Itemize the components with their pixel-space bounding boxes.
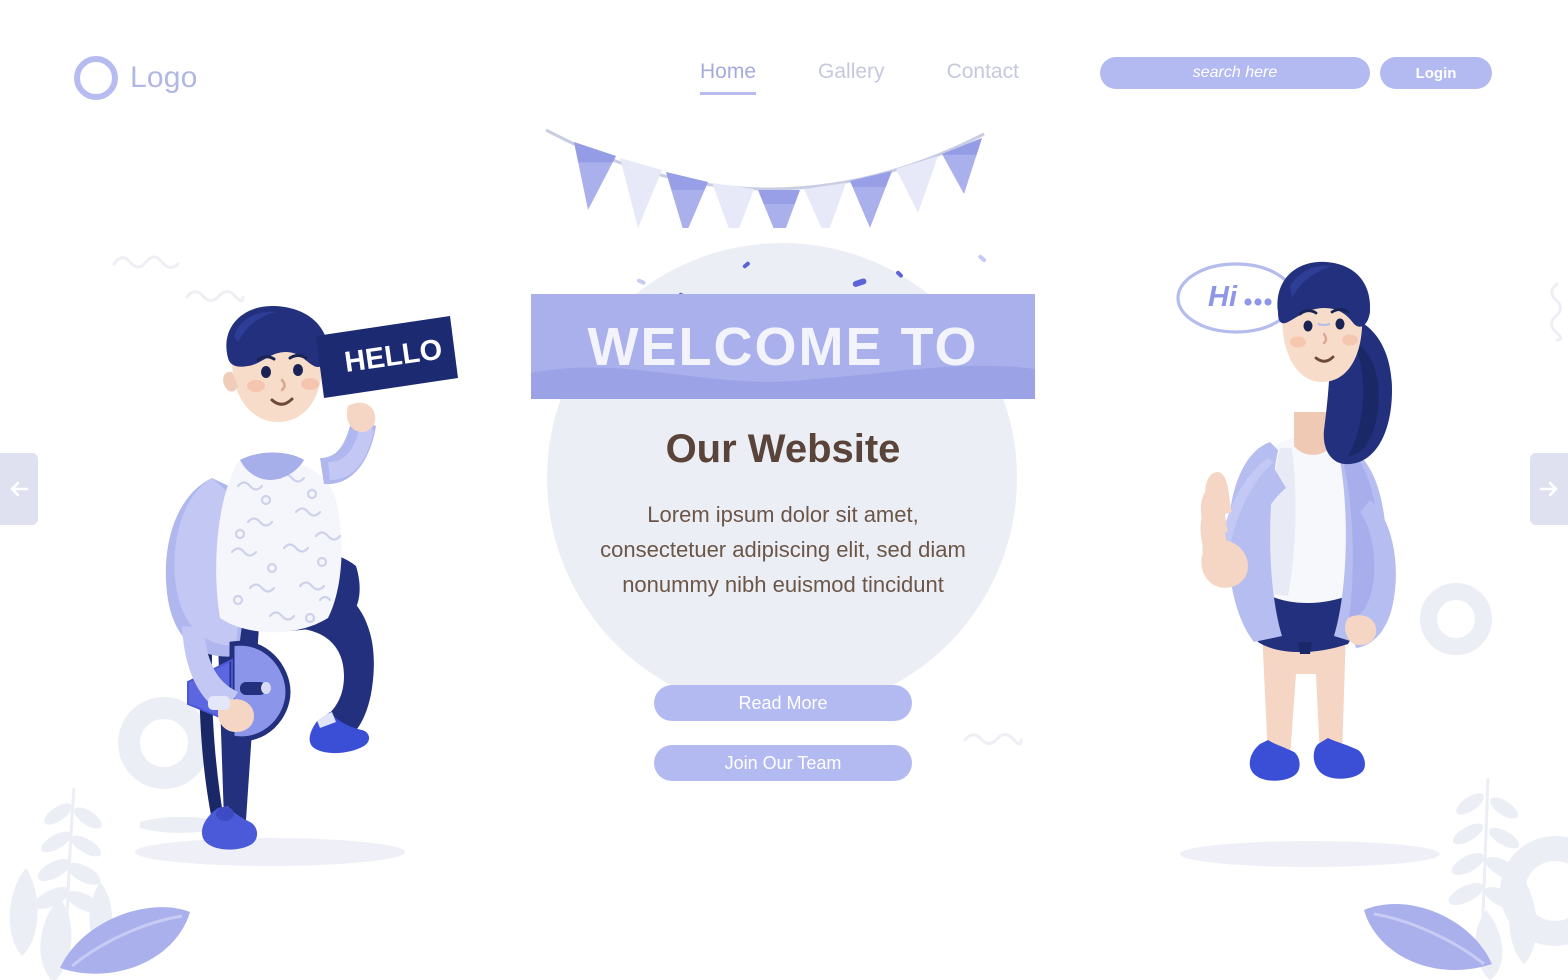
logo-text: Logo [130,61,198,94]
hero-paragraph-line-2: consectetuer adipiscing elit, sed diam [600,537,966,562]
site-header: Logo Home Gallery Contact Login [0,0,1568,140]
landing-page: Logo Home Gallery Contact Login [0,0,1568,980]
read-more-button[interactable]: Read More [654,685,912,721]
logo[interactable]: Logo [74,56,198,100]
hero-paragraph-line-1: Lorem ipsum dolor sit amet, [647,502,919,527]
search-input[interactable] [1100,57,1370,89]
carousel-prev-button[interactable] [0,453,38,525]
nav-item-contact[interactable]: Contact [947,60,1019,92]
nav-item-home[interactable]: Home [700,60,757,95]
cta-group: Read More Join Our Team [531,685,1035,781]
circle-ring-logo-icon [74,56,118,100]
join-our-team-button[interactable]: Join Our Team [654,745,912,781]
page-title: Our Website [665,427,901,471]
carousel-next-button[interactable] [1530,453,1568,525]
main-navigation: Home Gallery Contact [700,60,1019,95]
login-button[interactable]: Login [1380,57,1492,89]
arrow-left-icon [10,481,29,497]
arrow-right-icon [1539,481,1558,497]
welcome-banner-text: WELCOME TO [587,317,979,377]
nav-item-gallery[interactable]: Gallery [818,60,885,92]
hero-paragraph: Lorem ipsum dolor sit amet, consectetuer… [531,497,1035,602]
welcome-banner: WELCOME TO [531,294,1035,399]
hero-section: WELCOME TO Our Website Lorem ipsum dolor… [0,0,1568,980]
hero-paragraph-line-3: nonummy nibh euismod tincidunt [622,572,944,597]
